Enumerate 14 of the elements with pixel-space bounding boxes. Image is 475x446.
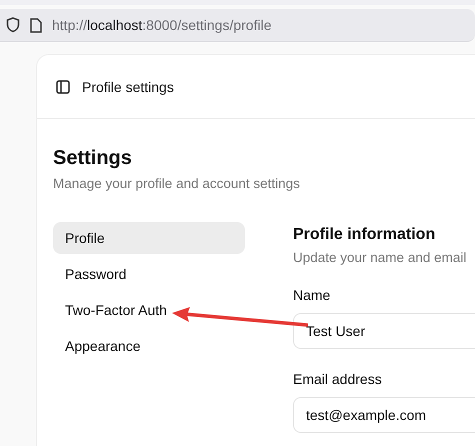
page-title: Profile settings	[82, 78, 174, 94]
section-heading: Profile information	[293, 226, 436, 244]
field-label: Email address	[293, 371, 383, 387]
nav-item[interactable]: Profile	[53, 222, 245, 254]
page-icon	[30, 18, 42, 32]
sidebar-toggle-icon[interactable]	[56, 80, 70, 94]
input-field[interactable]: test@example.com	[293, 397, 475, 433]
field-label: Name	[293, 287, 332, 303]
input-field[interactable]: Test User	[293, 313, 475, 349]
shield-icon	[6, 17, 20, 33]
section-subtitle: Update your name and email	[293, 250, 468, 265]
settings-subtitle: Manage your profile and account settings	[53, 176, 301, 191]
arrow-icon	[170, 306, 308, 328]
settings-heading: Settings	[53, 147, 133, 170]
